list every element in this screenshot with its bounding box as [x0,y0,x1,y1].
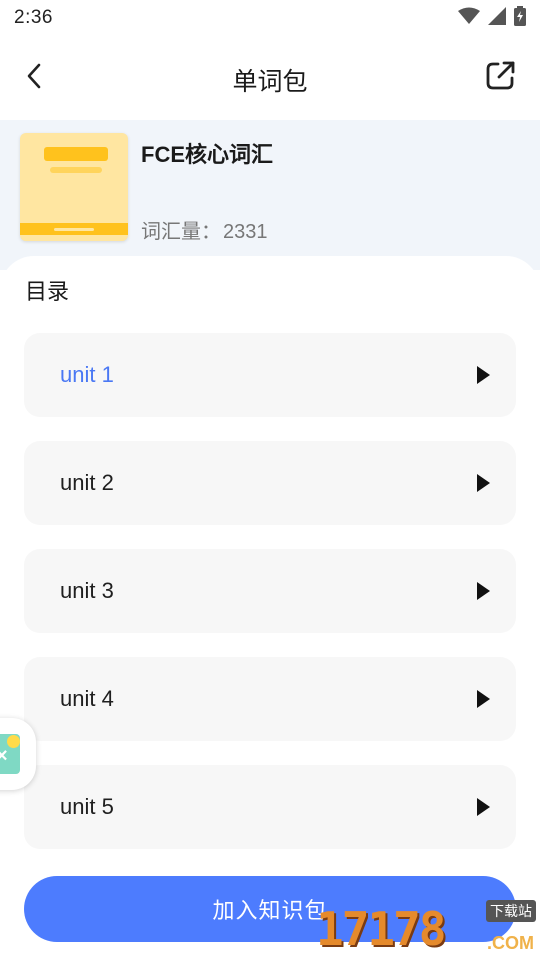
watermark-digits: 17178 [316,902,446,956]
unit-item[interactable]: unit 4 [24,657,516,741]
unit-label: unit 2 [60,470,114,495]
unit-list: unit 1 unit 2 unit 3 unit 4 unit 5 [24,333,516,873]
catalog-title: 目录 [25,279,70,304]
play-icon [477,690,490,708]
unit-item[interactable]: unit 1 [24,333,516,417]
watermark-badge: 下载站 [486,900,536,922]
unit-label: unit 3 [60,578,114,603]
word-count: 词汇量： 2331 [141,215,270,244]
unit-label: unit 1 [60,362,114,387]
app-header: 单词包 [0,36,540,120]
floating-widget[interactable]: × [0,718,36,790]
page-title: 单词包 [232,68,308,96]
catalog-panel: 目录 unit 1 unit 2 unit 3 unit 4 unit 5 [0,256,540,960]
signal-icon [488,6,506,30]
unit-label: unit 4 [60,686,114,711]
play-icon [477,366,490,384]
book-info: FCE核心词汇 词汇量： 2331 [0,120,540,270]
unit-label: unit 5 [60,794,114,819]
status-time: 2:36 [14,7,53,28]
battery-charging-icon [514,5,526,31]
share-button[interactable] [480,58,520,98]
external-link-icon [484,60,516,97]
status-bar: 2:36 [0,0,540,36]
wifi-icon [458,7,480,30]
close-icon[interactable]: × [0,745,8,768]
unit-item[interactable]: unit 5 [24,765,516,849]
book-title: FCE核心词汇 [141,142,274,167]
watermark-logo: 17178 下载站 .COM [316,896,538,958]
play-icon [477,582,490,600]
add-to-knowledge-pack-label: 加入知识包 [212,898,328,923]
status-icons [458,5,526,31]
unit-item[interactable]: unit 3 [24,549,516,633]
book-cover [20,133,128,241]
watermark-suffix: .COM [487,933,534,953]
play-icon [477,474,490,492]
unit-item[interactable]: unit 2 [24,441,516,525]
word-count-label: 词汇量： [141,221,221,243]
word-count-value: 2331 [223,221,268,243]
play-icon [477,798,490,816]
